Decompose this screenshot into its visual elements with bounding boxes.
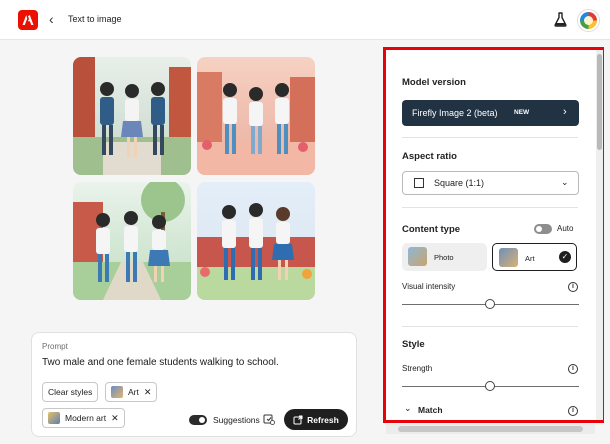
- aspect-ratio-title: Aspect ratio: [402, 151, 457, 162]
- close-icon[interactable]: ✕: [144, 387, 152, 398]
- adobe-a-icon: [22, 15, 34, 25]
- horizontal-scrollbar[interactable]: [386, 424, 595, 434]
- style-chip-art[interactable]: Art ✕: [105, 382, 158, 402]
- model-version-title: Model version: [402, 77, 466, 88]
- suggestions-info-icon[interactable]: [263, 413, 275, 425]
- content-type-art[interactable]: Art ✓: [492, 243, 577, 271]
- settings-panel-content: Model version Firefly Image 2 (beta) NEW…: [386, 50, 601, 420]
- aspect-ratio-select[interactable]: Square (1:1) ⌄: [402, 171, 579, 195]
- prompt-card: Prompt Two male and one female students …: [31, 332, 357, 437]
- art-thumbnail: [499, 248, 518, 267]
- new-badge: NEW: [514, 109, 530, 116]
- info-icon[interactable]: i: [568, 282, 578, 292]
- generated-image-3[interactable]: [73, 182, 191, 300]
- divider: [402, 137, 578, 138]
- generated-image-2[interactable]: [197, 57, 315, 175]
- info-icon[interactable]: i: [568, 406, 578, 416]
- divider: [402, 326, 578, 327]
- content-type-photo-label: Photo: [434, 253, 454, 262]
- settings-panel: Model version Firefly Image 2 (beta) NEW…: [383, 47, 604, 423]
- generated-image-4[interactable]: [197, 182, 315, 300]
- style-chip-label: Modern art: [65, 413, 107, 423]
- model-version-button[interactable]: Firefly Image 2 (beta) NEW ›: [402, 100, 579, 126]
- checkmark-icon: ✓: [559, 251, 571, 263]
- style-chip-modern-art[interactable]: Modern art ✕: [42, 408, 125, 428]
- refresh-label: Refresh: [307, 414, 339, 425]
- strength-label: Strength: [402, 364, 433, 373]
- auto-label: Auto: [557, 224, 574, 233]
- vertical-scrollbar[interactable]: [596, 50, 603, 420]
- content-type-photo[interactable]: Photo: [402, 243, 487, 271]
- top-bar: ‹ Text to image: [0, 0, 610, 40]
- generated-image-2-art: [197, 72, 315, 175]
- avatar[interactable]: [578, 10, 599, 31]
- page-title: Text to image: [68, 14, 122, 24]
- modern-art-thumbnail: [48, 412, 60, 424]
- style-chip-label: Art: [128, 387, 139, 397]
- refresh-icon: [293, 415, 303, 424]
- visual-intensity-handle[interactable]: [485, 299, 495, 309]
- generated-image-4-art: [197, 203, 315, 300]
- close-icon[interactable]: ✕: [111, 413, 119, 424]
- chevron-down-icon: ⌄: [561, 177, 569, 187]
- suggestions-toggle[interactable]: [189, 415, 207, 425]
- content-type-title: Content type: [402, 224, 461, 235]
- strength-handle[interactable]: [485, 381, 495, 391]
- match-label[interactable]: Match: [418, 405, 443, 415]
- prompt-input[interactable]: Two male and one female students walking…: [42, 357, 279, 368]
- info-icon[interactable]: i: [568, 364, 578, 374]
- chevron-down-icon[interactable]: ⌄: [404, 403, 412, 414]
- auto-toggle[interactable]: [534, 224, 552, 234]
- suggestions-label: Suggestions: [213, 415, 260, 425]
- visual-intensity-label: Visual intensity: [402, 282, 456, 291]
- generated-image-3-art: [73, 182, 191, 300]
- refresh-button[interactable]: Refresh: [284, 409, 348, 430]
- adobe-logo[interactable]: [18, 10, 38, 30]
- divider: [402, 207, 578, 208]
- generated-image-1-art: [73, 57, 191, 175]
- chevron-left-icon[interactable]: ‹: [49, 11, 54, 27]
- clear-styles-label: Clear styles: [48, 387, 93, 397]
- scrollbar-thumb[interactable]: [597, 54, 602, 150]
- flask-icon[interactable]: [554, 12, 567, 27]
- scrollbar-thumb[interactable]: [398, 426, 583, 432]
- chevron-right-icon: ›: [563, 106, 567, 118]
- art-thumbnail: [111, 386, 123, 398]
- clear-styles-button[interactable]: Clear styles: [42, 382, 99, 402]
- style-title: Style: [402, 339, 425, 350]
- prompt-label: Prompt: [42, 342, 68, 351]
- photo-thumbnail: [408, 247, 427, 266]
- model-version-value: Firefly Image 2 (beta): [412, 108, 498, 118]
- generated-image-1[interactable]: [73, 57, 191, 175]
- aspect-ratio-value: Square (1:1): [434, 178, 485, 188]
- content-type-art-label: Art: [525, 254, 535, 263]
- square-icon: [414, 178, 424, 188]
